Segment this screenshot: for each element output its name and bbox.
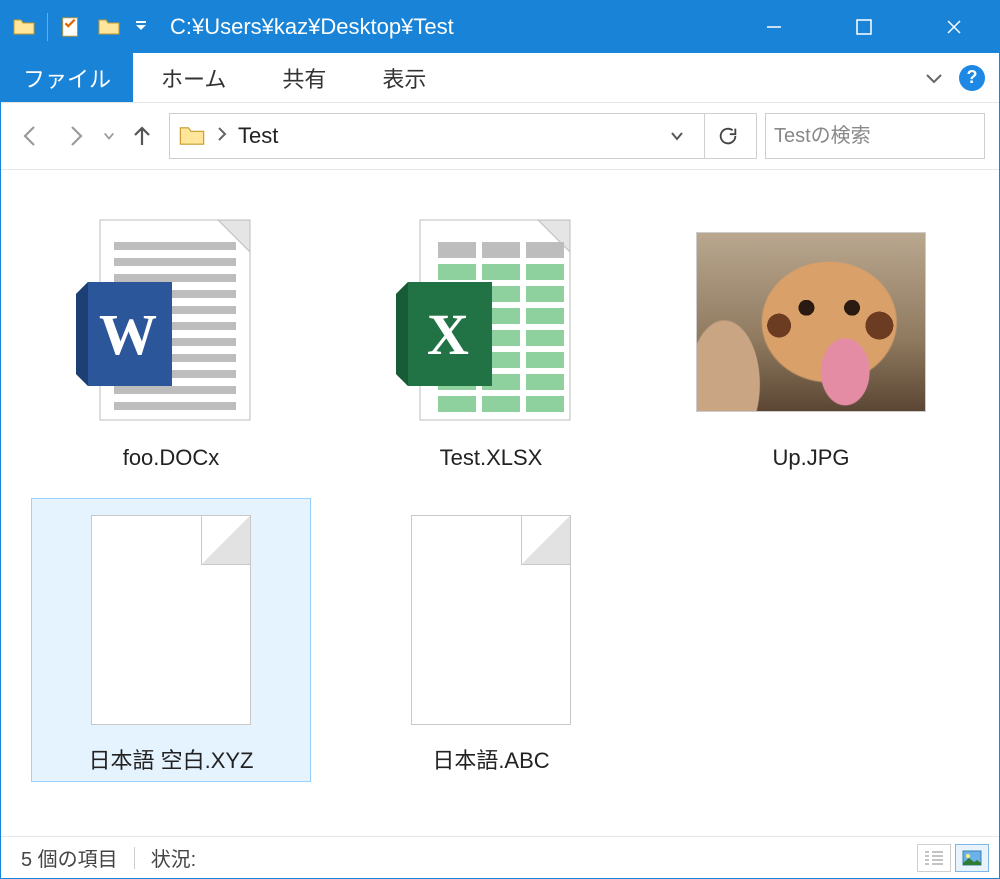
file-item[interactable]: W foo.DOCx [31, 200, 311, 478]
file-thumbnail: X [376, 207, 606, 437]
file-thumbnail: W [56, 207, 286, 437]
folder-icon [178, 122, 206, 150]
forward-button[interactable] [57, 117, 95, 155]
status-label: 状況: [151, 843, 197, 872]
properties-icon[interactable] [58, 14, 84, 40]
file-list[interactable]: W foo.DOCx X Test.XLSX Up.JPG 日本語 空白.XYZ… [1, 170, 999, 836]
separator [134, 847, 135, 869]
search-input[interactable] [774, 125, 1000, 148]
file-name-label: Up.JPG [772, 445, 849, 471]
file-thumbnail [376, 505, 606, 735]
file-name-label: foo.DOCx [123, 445, 220, 471]
address-dropdown-icon[interactable] [664, 128, 690, 144]
view-mode-toggle [917, 844, 989, 872]
tab-file[interactable]: ファイル [1, 53, 133, 102]
details-view-button[interactable] [917, 844, 951, 872]
file-item[interactable]: X Test.XLSX [351, 200, 631, 478]
chevron-right-icon[interactable] [216, 126, 228, 147]
window-controls [729, 1, 999, 53]
tab-share[interactable]: 共有 [254, 53, 354, 102]
file-thumbnail [696, 207, 926, 437]
back-button[interactable] [11, 117, 49, 155]
search-box[interactable] [765, 113, 985, 159]
address-bar[interactable]: Test [169, 113, 757, 159]
file-name-label: 日本語 空白.XYZ [88, 743, 253, 775]
refresh-button[interactable] [704, 113, 750, 159]
item-count: 5 個の項目 [21, 843, 118, 872]
breadcrumb-item[interactable]: Test [238, 123, 278, 149]
file-item[interactable]: 日本語.ABC [351, 498, 631, 782]
folder-icon[interactable] [96, 14, 122, 40]
ribbon-expand-icon[interactable] [923, 67, 945, 89]
help-icon[interactable]: ? [959, 65, 985, 91]
file-item[interactable]: 日本語 空白.XYZ [31, 498, 311, 782]
minimize-button[interactable] [729, 1, 819, 53]
separator [47, 13, 48, 41]
quick-access-toolbar [1, 13, 154, 41]
file-thumbnail [56, 505, 286, 735]
tab-home[interactable]: ホーム [133, 53, 254, 102]
recent-locations-button[interactable] [103, 117, 115, 155]
qat-dropdown-icon[interactable] [128, 14, 154, 40]
folder-icon [11, 14, 37, 40]
close-button[interactable] [909, 1, 999, 53]
file-name-label: 日本語.ABC [432, 743, 549, 775]
ribbon-tabs: ファイル ホーム 共有 表示 ? [1, 53, 999, 103]
thumbnails-view-button[interactable] [955, 844, 989, 872]
navigation-bar: Test [1, 103, 999, 170]
svg-text:W: W [99, 302, 157, 367]
svg-text:X: X [427, 302, 469, 367]
up-button[interactable] [123, 117, 161, 155]
file-item[interactable]: Up.JPG [671, 200, 951, 478]
window-title: C:¥Users¥kaz¥Desktop¥Test [170, 14, 454, 40]
titlebar: C:¥Users¥kaz¥Desktop¥Test [1, 1, 999, 53]
file-name-label: Test.XLSX [440, 445, 543, 471]
tab-view[interactable]: 表示 [354, 53, 454, 102]
status-bar: 5 個の項目 状況: [1, 836, 999, 878]
maximize-button[interactable] [819, 1, 909, 53]
